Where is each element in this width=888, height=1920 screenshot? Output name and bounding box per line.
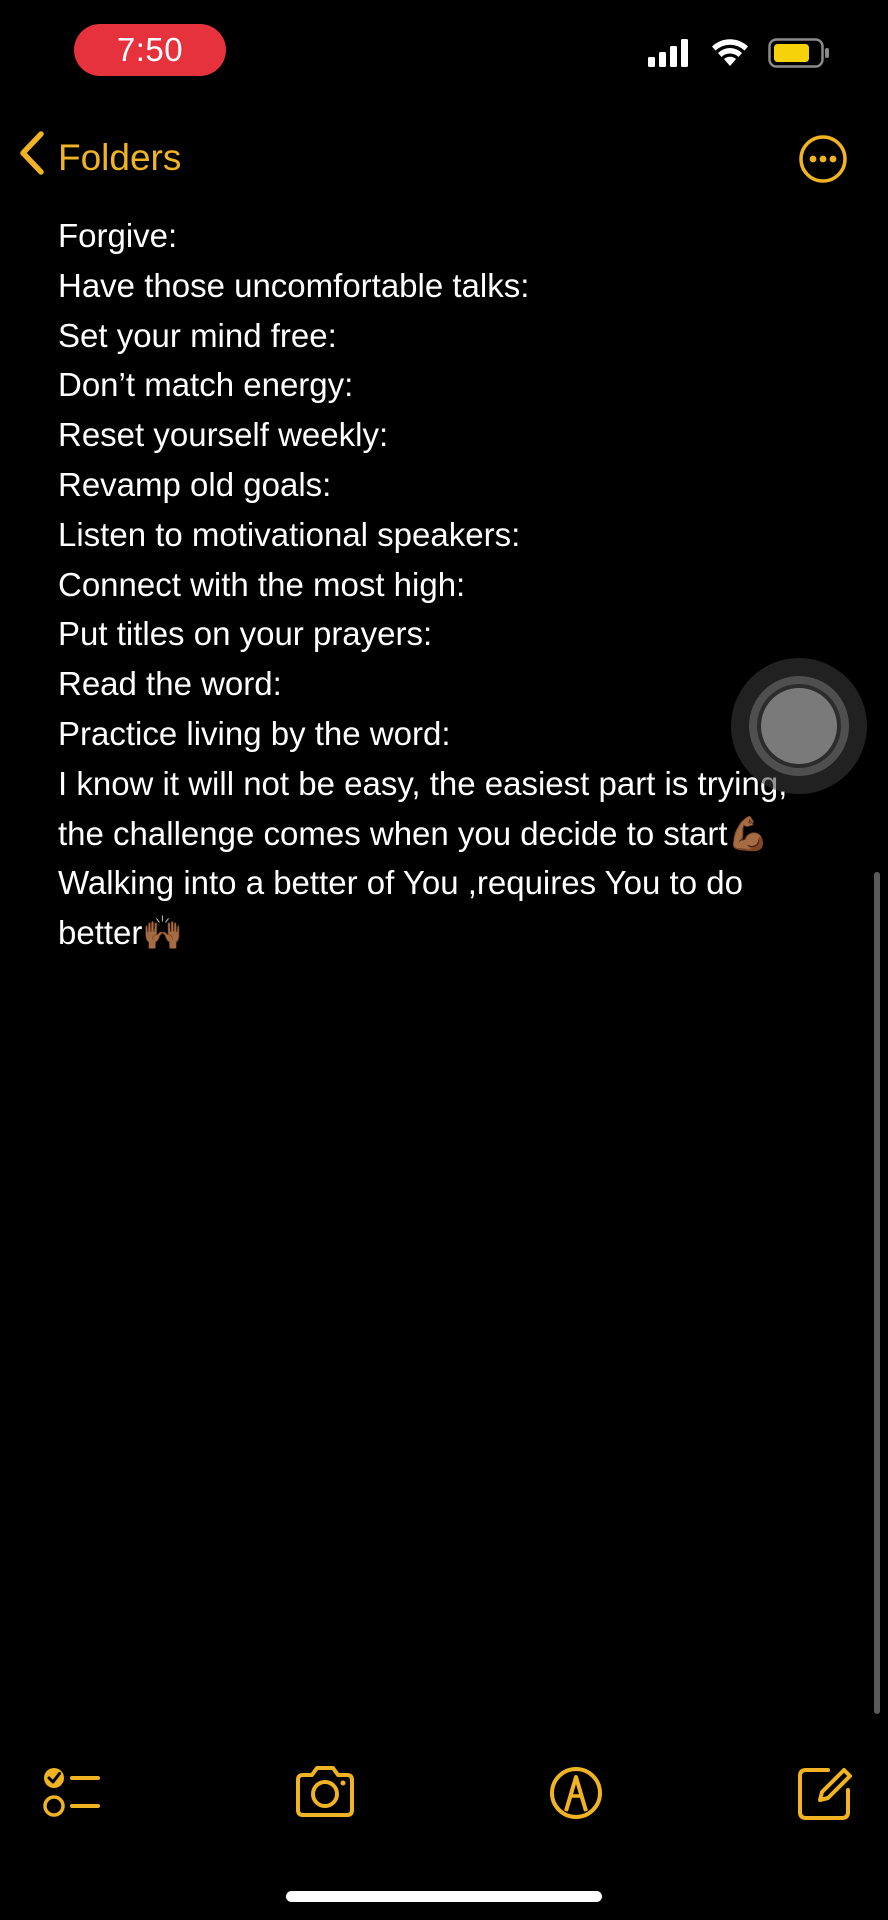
back-button[interactable]: Folders: [18, 130, 181, 185]
ellipsis-circle-icon: [798, 135, 848, 188]
status-bar: 7:50: [0, 0, 888, 100]
status-time[interactable]: 7:50: [74, 24, 226, 76]
chevron-left-icon: [18, 130, 46, 185]
checklist-icon: [40, 1760, 106, 1826]
scroll-indicator[interactable]: [874, 872, 880, 1714]
markup-button[interactable]: [543, 1760, 609, 1826]
camera-button[interactable]: [292, 1760, 358, 1826]
assistive-touch-button[interactable]: [731, 658, 867, 794]
note-body[interactable]: Forgive: Have those uncomfortable talks:…: [58, 211, 828, 958]
note-line: Reset yourself weekly:: [58, 416, 389, 454]
more-options-button[interactable]: [798, 134, 848, 184]
compose-button[interactable]: [792, 1760, 858, 1826]
note-line: Read the word:: [58, 665, 282, 703]
note-line: Practice living by the word:: [58, 714, 451, 752]
note-line: Don’t match energy:: [58, 366, 354, 404]
note-line: Set your mind free:: [58, 316, 337, 354]
nav-bar: Folders: [0, 120, 888, 196]
note-line: Put titles on your prayers:: [58, 615, 433, 653]
home-indicator[interactable]: [286, 1891, 602, 1902]
note-line: Forgive:: [58, 217, 178, 254]
camera-icon: [292, 1760, 358, 1826]
note-line: Have those uncomfortable talks:: [58, 266, 530, 304]
note-line: Listen to motivational speakers:: [58, 515, 521, 553]
pen-tip-circle-icon: [543, 1760, 609, 1826]
assistive-touch-core: [761, 688, 837, 764]
wifi-icon: [710, 38, 750, 68]
note-paragraph: Walking into a better of You ,requires Y…: [58, 864, 743, 952]
compose-icon: [792, 1760, 858, 1826]
checklist-button[interactable]: [40, 1760, 106, 1826]
note-line: Connect with the most high:: [58, 565, 466, 603]
bottom-toolbar: [0, 1760, 888, 1830]
cellular-signal-icon: [648, 39, 692, 67]
battery-icon: [768, 38, 830, 68]
back-label: Folders: [58, 136, 182, 178]
note-paragraph: I know it will not be easy, the easiest …: [58, 764, 788, 852]
status-icons: [648, 38, 830, 68]
note-line: Revamp old goals:: [58, 465, 332, 503]
